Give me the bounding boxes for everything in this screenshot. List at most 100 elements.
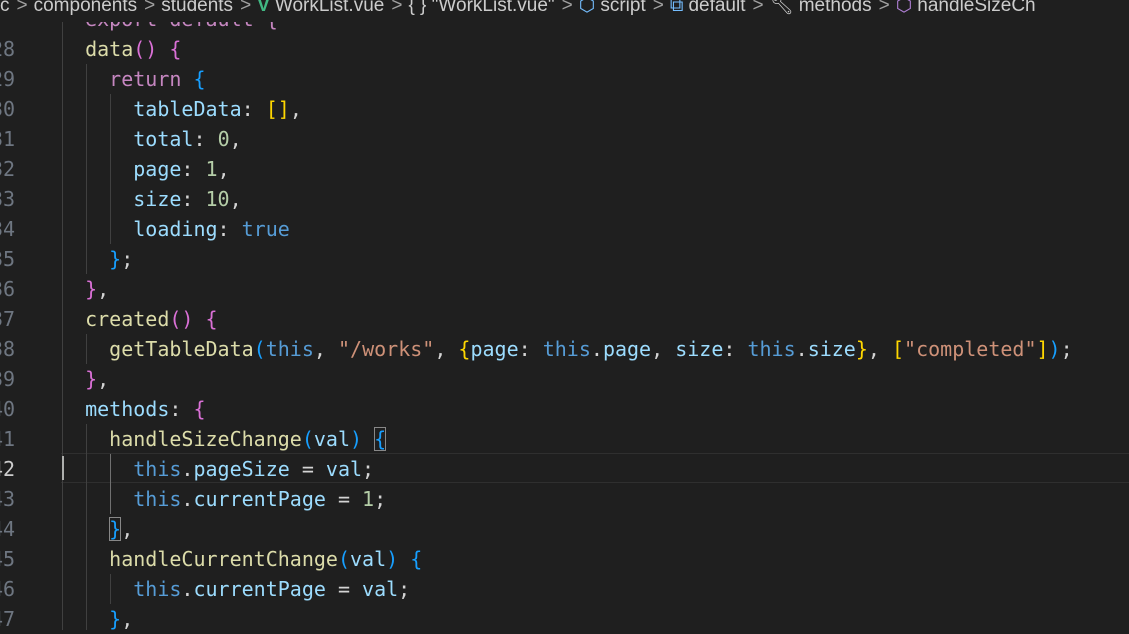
line-number: 39 — [0, 367, 16, 391]
cube-icon: ⬡ — [578, 0, 596, 16]
token: 1 — [362, 487, 375, 511]
code-line: tableData: [], — [133, 97, 302, 121]
token: page — [602, 337, 652, 361]
token: pageSize — [193, 457, 290, 481]
code-line: }; — [109, 247, 134, 271]
token: getTableData — [109, 337, 254, 361]
token: return — [109, 67, 182, 91]
token: tableData — [133, 97, 242, 121]
breadcrumb-item-script[interactable]: script — [600, 0, 645, 15]
token: val — [325, 457, 363, 481]
code-line: size: 10, — [133, 187, 242, 211]
code-line: loading: true — [133, 217, 290, 241]
token: page — [470, 337, 519, 361]
chevron-right-icon: > — [561, 0, 573, 16]
token: created — [85, 307, 170, 331]
token: total — [133, 127, 194, 151]
chevron-right-icon: > — [240, 0, 252, 16]
line-number: 29 — [0, 67, 16, 91]
chevron-right-icon: > — [391, 0, 403, 16]
line-number: 28 — [0, 37, 16, 61]
token: this — [747, 337, 796, 361]
code-line: return { — [109, 67, 206, 91]
breadcrumb-item-module[interactable]: { } "WorkList.vue" — [408, 0, 554, 15]
code-line: handleSizeChange(val) { — [109, 427, 387, 451]
token: "/works" — [337, 337, 435, 361]
line-number: 46 — [0, 577, 16, 601]
chevron-right-icon: > — [652, 0, 664, 16]
chevron-right-icon: > — [752, 0, 764, 16]
token: this — [542, 337, 591, 361]
chevron-right-icon: > — [878, 0, 890, 16]
breadcrumb-item-default[interactable]: default — [688, 0, 745, 15]
method-cube-icon: ⬡ — [895, 0, 913, 16]
code-line: total: 0, — [133, 127, 242, 151]
token: val — [350, 547, 387, 571]
line-number: 45 — [0, 547, 16, 571]
code-line: this.currentPage = val; — [133, 577, 411, 601]
token: size — [675, 337, 724, 361]
code-line-active: this.pageSize = val; — [133, 457, 375, 481]
token: "completed" — [904, 337, 1037, 361]
breadcrumb-item-methods[interactable]: methods — [799, 0, 872, 15]
breadcrumb-item-file[interactable]: WorkList.vue — [275, 0, 384, 15]
token: this — [133, 577, 182, 601]
token: data — [85, 37, 134, 61]
code-line: }, — [109, 517, 134, 541]
line-number: 44 — [0, 517, 16, 541]
line-number: 41 — [0, 427, 16, 451]
breadcrumb-item-students[interactable]: students — [161, 0, 233, 15]
token: this — [133, 457, 182, 481]
token: true — [241, 217, 290, 241]
line-number: 35 — [0, 247, 16, 271]
token: currentPage — [193, 577, 326, 601]
vue-file-icon: V — [257, 0, 270, 16]
token: val — [362, 577, 399, 601]
chevron-right-icon: > — [16, 0, 28, 16]
line-number: 36 — [0, 277, 16, 301]
token: this — [133, 487, 182, 511]
token: handleCurrentChange — [109, 547, 338, 571]
code-line: data() { — [85, 37, 182, 61]
line-number: 32 — [0, 157, 16, 181]
token: 1 — [205, 157, 218, 181]
code-line: methods: { — [85, 397, 206, 421]
chevron-right-icon: > — [144, 0, 156, 16]
code-editor[interactable]: 27 28 29 30 31 32 33 34 35 36 37 38 39 4… — [0, 0, 1129, 631]
breadcrumb: c > components > students > V WorkList.vue > { } … — [0, 0, 1129, 22]
code-line: this.currentPage = 1; — [133, 487, 387, 511]
token: page — [133, 157, 182, 181]
line-number: 33 — [0, 187, 16, 211]
line-number: 38 — [0, 337, 16, 361]
token: 0 — [217, 127, 230, 151]
code-line: }, — [85, 367, 110, 391]
line-number: 40 — [0, 397, 16, 421]
code-line: getTableData(this, "/works", {page: this… — [109, 337, 1073, 361]
token: this — [265, 337, 314, 361]
line-number: 37 — [0, 307, 16, 331]
token: methods — [85, 397, 170, 421]
code-line: }, — [85, 277, 110, 301]
line-number: 31 — [0, 127, 16, 151]
token: size — [133, 187, 182, 211]
token: loading — [133, 217, 218, 241]
line-number-gutter: 27 28 29 30 31 32 33 34 35 36 37 38 39 4… — [0, 0, 60, 631]
text-cursor — [62, 456, 64, 480]
wrench-icon: 🔧︎ — [769, 0, 794, 16]
breadcrumb-item-c[interactable]: c — [0, 0, 10, 15]
breadcrumb-item-handlesizechange[interactable]: handleSizeCh — [917, 0, 1035, 15]
token: 10 — [205, 187, 230, 211]
line-number-active: 42 — [0, 457, 16, 481]
line-number: 34 — [0, 217, 16, 241]
token: size — [807, 337, 856, 361]
line-number: 30 — [0, 97, 16, 121]
variable-icon: ⧉ — [669, 0, 684, 16]
code-line: handleCurrentChange(val) { — [109, 547, 423, 571]
breadcrumb-item-components[interactable]: components — [34, 0, 138, 15]
token: currentPage — [193, 487, 326, 511]
token: handleSizeChange — [109, 427, 302, 451]
code-line: page: 1, — [133, 157, 230, 181]
token: val — [313, 427, 350, 451]
line-number: 43 — [0, 487, 16, 511]
code-line: created() { — [85, 307, 218, 331]
